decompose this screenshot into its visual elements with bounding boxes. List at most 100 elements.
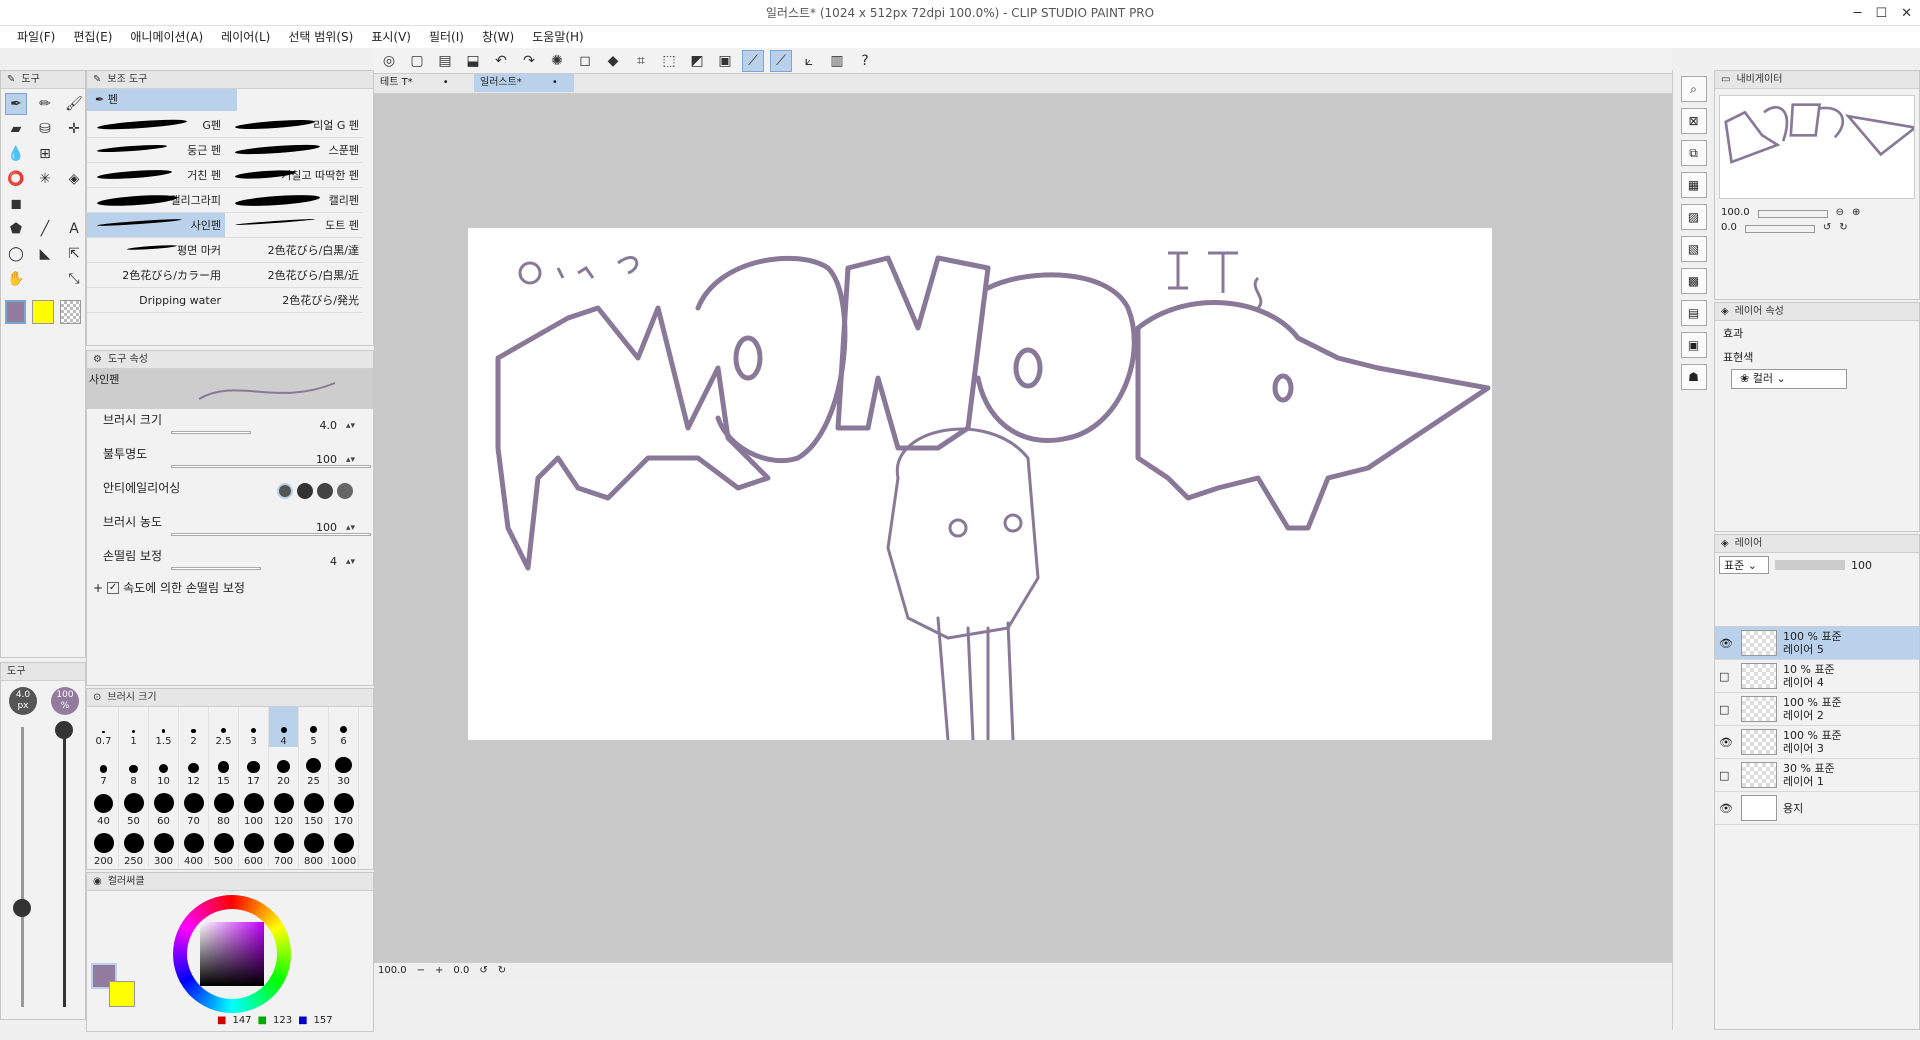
brush-dot-pen[interactable]: 도트 펜 — [225, 213, 363, 238]
brush-size-preset[interactable]: 10 — [149, 747, 179, 787]
layer-opacity-value[interactable]: 100 — [1851, 559, 1872, 572]
spin-arrows-icon[interactable]: ▴▾ — [346, 517, 355, 539]
brush-sign-pen[interactable]: 사인펜 — [87, 213, 225, 238]
brush-dripping-water[interactable]: Dripping water — [87, 288, 225, 313]
brush-size-value[interactable]: 4.0 — [320, 415, 338, 437]
brush-size-preset[interactable]: 7 — [89, 747, 119, 787]
frame-material-icon[interactable]: ▣ — [1680, 332, 1707, 358]
rotate-left-icon[interactable]: ↺ — [1823, 222, 1831, 233]
pencil-tool-icon[interactable]: ✏ — [34, 93, 56, 115]
brush-g-pen[interactable]: G펜 — [87, 113, 225, 138]
layer-row[interactable]: 👁 용지 — [1715, 792, 1919, 825]
brush-size-preset[interactable]: 500 — [209, 827, 239, 867]
menu-help[interactable]: 도움말(H) — [523, 26, 593, 48]
pattern-icon[interactable]: ▦ — [1680, 172, 1707, 198]
brush-size-preset[interactable]: 12 — [179, 747, 209, 787]
fill-tool-icon[interactable]: ⛁ — [34, 118, 56, 140]
brush-flat-marker[interactable]: 평면 마커 — [87, 238, 225, 263]
menu-layer[interactable]: 레이어(L) — [212, 26, 279, 48]
opacity-slider-track[interactable] — [63, 727, 66, 1007]
blend-mode-select[interactable]: 표준 ⌄ — [1719, 556, 1769, 574]
tab-close-icon[interactable]: • — [552, 74, 558, 92]
save-icon[interactable]: ⬓ — [462, 50, 484, 72]
figure-tool-icon[interactable]: ⊞ — [34, 143, 56, 165]
clip-studio-icon[interactable]: ◎ — [378, 50, 400, 72]
main-color-swatch[interactable] — [5, 300, 27, 324]
navigator-angle-value[interactable]: 0.0 — [1721, 222, 1737, 233]
brush-size-preset[interactable]: 120 — [269, 787, 299, 827]
visibility-eye-icon[interactable]: □ — [1719, 769, 1733, 782]
opacity-value[interactable]: 100 — [316, 449, 337, 471]
subtool-group-pen[interactable]: ✒ 펜 — [87, 89, 237, 111]
gradient-tool-icon[interactable]: ◼ — [5, 193, 27, 215]
brush-round-pen[interactable]: 둥근 펜 — [87, 138, 225, 163]
brush-size-slider[interactable] — [171, 431, 251, 434]
brush-size-preset[interactable]: 70 — [179, 787, 209, 827]
lasso-tool-icon[interactable]: ⭕ — [5, 168, 27, 190]
spin-arrows-icon[interactable]: ▴▾ — [346, 415, 355, 437]
rotate-right-icon[interactable]: ↻ — [1839, 222, 1847, 233]
saturation-value-square[interactable] — [200, 922, 264, 986]
clear-icon[interactable]: ◻ — [574, 50, 596, 72]
brush-size-preset[interactable]: 30 — [329, 747, 359, 787]
fill-icon[interactable]: ◆ — [602, 50, 624, 72]
navigator-angle-slider[interactable] — [1744, 225, 1815, 233]
invert-selection-icon[interactable]: ▣ — [714, 50, 736, 72]
antialias-none-icon[interactable] — [277, 483, 293, 499]
brush-tool-icon[interactable]: 🖌 — [63, 93, 85, 115]
help-icon[interactable]: ? — [854, 50, 876, 72]
opacity-slider-thumb[interactable] — [55, 721, 73, 739]
visibility-eye-icon[interactable]: 👁 — [1719, 637, 1733, 650]
bucket-tool-icon[interactable]: ◈ — [63, 168, 85, 190]
zoom-out-icon[interactable]: − — [417, 965, 425, 976]
brush-rough-pen[interactable]: 거친 펜 — [87, 163, 225, 188]
book-icon[interactable]: ▤ — [1680, 300, 1707, 326]
pen-tool-icon[interactable]: ✒ — [5, 93, 27, 115]
magic-wand-icon[interactable]: ✳ — [34, 168, 56, 190]
eyedropper-tool-icon[interactable]: ⤡ — [63, 268, 85, 290]
zoom-value[interactable]: 100.0 — [378, 965, 407, 976]
brush-size-preset[interactable]: 4 — [269, 707, 299, 747]
deselect-icon[interactable]: ⬚ — [658, 50, 680, 72]
redo-icon[interactable]: ↷ — [518, 50, 540, 72]
sub-color-swatch[interactable] — [32, 300, 54, 324]
visibility-eye-icon[interactable]: 👁 — [1719, 736, 1733, 749]
menu-selection[interactable]: 선택 범위(S) — [279, 26, 362, 48]
brush-size-preset[interactable]: 50 — [119, 787, 149, 827]
menu-file[interactable]: 파일(F) — [8, 26, 64, 48]
figure-material-icon[interactable]: ☗ — [1680, 364, 1707, 390]
density-value[interactable]: 100 — [316, 517, 337, 539]
antialias-mid-icon[interactable] — [317, 483, 333, 499]
brush-size-preset[interactable]: 1000 — [329, 827, 359, 867]
brush-size-preset[interactable]: 300 — [149, 827, 179, 867]
antialias-weak-icon[interactable] — [297, 483, 313, 499]
layer-row[interactable]: 👁 100 % 표준 레이어 3 — [1715, 726, 1919, 759]
layer-row[interactable]: □ 30 % 표준 레이어 1 — [1715, 759, 1919, 792]
brush-size-preset[interactable]: 1 — [119, 707, 149, 747]
hand-tool-icon[interactable]: ✋ — [5, 268, 27, 290]
move-tool-icon[interactable]: ✛ — [63, 118, 85, 140]
close-button[interactable]: ✕ — [1901, 6, 1912, 21]
brush-size-preset[interactable]: 20 — [269, 747, 299, 787]
brush-size-preset[interactable]: 600 — [239, 827, 269, 867]
tab-close-icon[interactable]: • — [443, 74, 449, 92]
frame-tool-icon[interactable]: ◣ — [34, 243, 56, 265]
brush-petal-bw-near[interactable]: 2色花びら/白黒/近 — [225, 263, 363, 288]
brush-calli-pen[interactable]: 캘리펜 — [225, 188, 363, 213]
spin-arrows-icon[interactable]: ▴▾ — [346, 449, 355, 471]
canvas-area[interactable]: 100.0 − + 0.0 ↺ ↻ — [374, 94, 1672, 978]
spin-arrows-icon[interactable]: ▴▾ — [346, 551, 355, 573]
settings-icon[interactable]: ▥ — [826, 50, 848, 72]
sub-color-chip[interactable] — [109, 981, 135, 1007]
rotate-left-icon[interactable]: ↺ — [479, 965, 487, 976]
brush-size-preset[interactable]: 250 — [119, 827, 149, 867]
camera-icon[interactable]: ▩ — [1680, 268, 1707, 294]
zoom-out-icon[interactable]: ⊖ — [1836, 207, 1844, 218]
brush-real-g-pen[interactable]: 리얼 G 펜 — [225, 113, 363, 138]
brush-calligraphy[interactable]: 캘리그라피 — [87, 188, 225, 213]
brush-size-preset[interactable]: 15 — [209, 747, 239, 787]
size-slider-thumb[interactable] — [13, 899, 31, 917]
brush-size-preset[interactable]: 17 — [239, 747, 269, 787]
layer-opacity-slider[interactable] — [1775, 560, 1845, 570]
brush-size-preset[interactable]: 2.5 — [209, 707, 239, 747]
